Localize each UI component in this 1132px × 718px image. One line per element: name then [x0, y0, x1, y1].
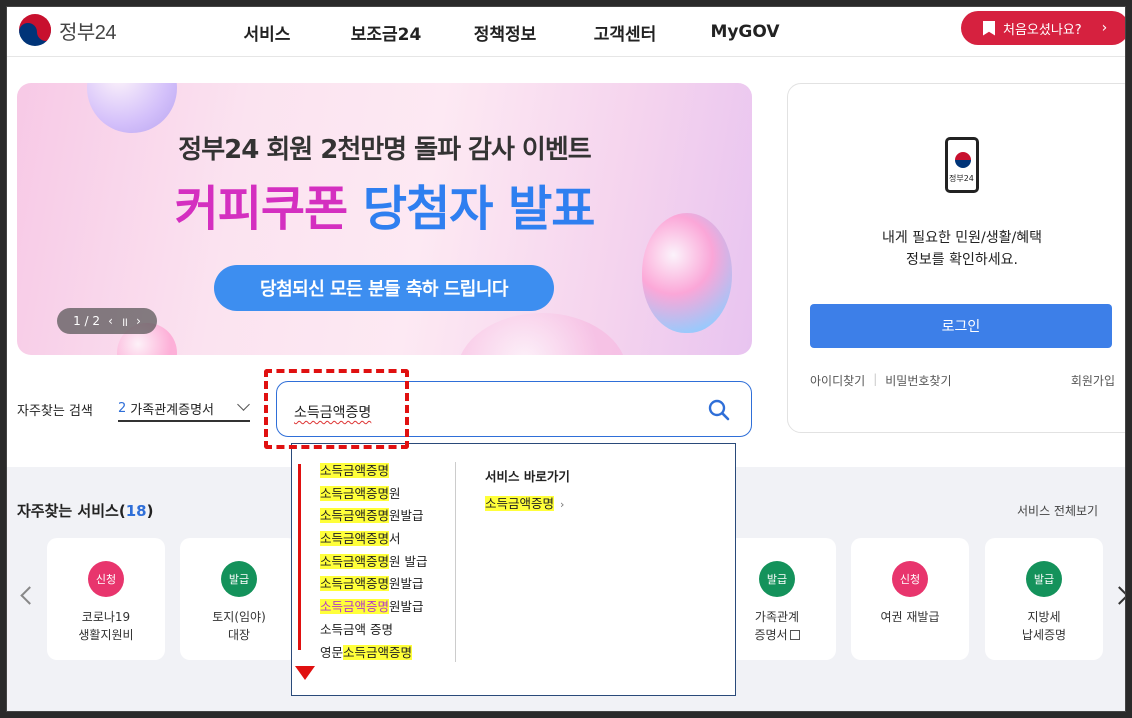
main-nav: 서비스 보조금24 정책정보 고객센터 MyGOV: [207, 7, 805, 57]
autocomplete-item[interactable]: 소득금액증명원발급: [320, 573, 428, 596]
logo-text: 정부24: [59, 21, 117, 44]
service-card[interactable]: 발급 토지(임야) 대장: [180, 538, 298, 660]
autocomplete-item[interactable]: 소득금액증명원발급: [320, 596, 428, 619]
banner-title-part2: 당첨자 발표: [362, 181, 596, 237]
autocomplete-item[interactable]: 소득금액증명: [320, 460, 428, 483]
frequent-search-value: 가족관계증명서: [130, 402, 215, 418]
event-banner[interactable]: 정부24 회원 2천만명 돌파 감사 이벤트 커피쿠폰 당첨자 발표 당첨되신 …: [17, 83, 752, 355]
services-count: 18: [125, 502, 147, 520]
banner-subtitle: 정부24 회원 2천만명 돌파 감사 이벤트: [178, 135, 591, 165]
service-card[interactable]: 발급 지방세 납세증명: [985, 538, 1103, 660]
nav-subsidy24[interactable]: 보조금24: [327, 20, 445, 45]
prev-slide-icon[interactable]: ‹: [108, 314, 113, 328]
chevron-right-icon: ›: [1101, 20, 1108, 36]
find-password-link[interactable]: 비밀번호찾기: [885, 372, 951, 389]
banner-page-indicator: 1 / 2: [73, 314, 101, 328]
frequent-search-select[interactable]: 2 가족관계증명서: [118, 396, 250, 422]
nav-customer-center[interactable]: 고객센터: [565, 20, 685, 45]
autocomplete-item[interactable]: 소득금액증명원 발급: [320, 551, 428, 574]
nav-policy-info[interactable]: 정책정보: [445, 20, 565, 45]
balloon-decoration: [87, 83, 177, 133]
banner-title-part1: 커피쿠폰: [174, 181, 349, 237]
pause-icon[interactable]: ॥: [121, 313, 128, 330]
nav-mygov[interactable]: MyGOV: [685, 22, 805, 42]
service-card-label: 지방세 납세증명: [1021, 610, 1067, 642]
autocomplete-dropdown: 소득금액증명 소득금액증명원 소득금액증명원발급 소득금액증명서 소득금액증명원…: [291, 443, 736, 696]
find-id-link[interactable]: 아이디찾기: [810, 372, 865, 389]
bookmark-icon: [983, 20, 995, 36]
login-message: 내게 필요한 민원/생활/혜택 정보를 확인하세요.: [881, 230, 1042, 268]
autocomplete-item[interactable]: 소득금액 증명: [320, 619, 428, 642]
next-slide-icon[interactable]: ›: [136, 314, 141, 328]
service-shortcut-title: 서비스 바로가기: [485, 469, 570, 484]
frequent-search-rank: 2: [118, 400, 127, 416]
frequent-search-label: 자주찾는 검색: [17, 404, 93, 419]
service-card-label: 토지(임야) 대장: [212, 610, 266, 642]
annotation-highlight-box: [264, 369, 409, 449]
search-icon[interactable]: [707, 398, 731, 422]
autocomplete-item[interactable]: 소득금액증명원발급: [320, 505, 428, 528]
login-button[interactable]: 로그인: [810, 304, 1112, 348]
banner-pager: 1 / 2 ‹ ॥ ›: [57, 308, 157, 334]
browser-page: 정부24 서비스 보조금24 정책정보 고객센터 MyGOV 처음오셨나요? ›…: [6, 6, 1126, 712]
site-logo[interactable]: 정부24: [17, 12, 117, 48]
first-visit-button[interactable]: 처음오셨나요? ›: [961, 11, 1125, 45]
dropdown-divider: [455, 462, 456, 662]
taegeuk-logo-icon: [17, 12, 53, 48]
balloon-decoration: [457, 313, 627, 355]
external-link-icon: [789, 630, 800, 640]
apply-badge: 신청: [892, 561, 928, 597]
autocomplete-item[interactable]: 영문소득금액증명: [320, 642, 428, 665]
service-card-label: 여권 재발급: [880, 610, 940, 624]
first-visit-label: 처음오셨나요?: [1003, 22, 1082, 38]
autocomplete-list: 소득금액증명 소득금액증명원 소득금액증명원발급 소득금액증명서 소득금액증명원…: [320, 460, 428, 664]
frequent-services-title: 자주찾는 서비스(18): [17, 502, 154, 520]
autocomplete-item[interactable]: 소득금액증명서: [320, 528, 428, 551]
annotation-arrow: [295, 464, 315, 680]
service-card-label: 코로나19 생활지원비: [78, 610, 134, 642]
chevron-down-icon: [237, 398, 250, 411]
mobile-phone-icon: 정부24: [945, 137, 979, 193]
issue-badge: 발급: [221, 561, 257, 597]
nav-service[interactable]: 서비스: [207, 20, 327, 45]
service-card[interactable]: 신청 여권 재발급: [851, 538, 969, 660]
banner-title: 커피쿠폰 당첨자 발표: [17, 169, 752, 239]
apply-badge: 신청: [88, 561, 124, 597]
service-card[interactable]: 신청 코로나19 생활지원비: [47, 538, 165, 660]
signup-link[interactable]: 회원가입: [1071, 372, 1115, 389]
login-panel: 정부24 내게 필요한 민원/생활/혜택 정보를 확인하세요. 로그인 아이디찾…: [787, 83, 1125, 433]
chevron-right-icon: ›: [560, 498, 565, 511]
service-shortcut-item[interactable]: 소득금액증명 ›: [485, 493, 564, 512]
login-links: 아이디찾기 | 비밀번호찾기 회원가입: [810, 372, 1115, 389]
site-header: 정부24 서비스 보조금24 정책정보 고객센터 MyGOV 처음오셨나요? ›: [7, 7, 1125, 57]
issue-badge: 발급: [1026, 561, 1062, 597]
autocomplete-item[interactable]: 소득금액증명원: [320, 483, 428, 506]
view-all-services-link[interactable]: 서비스 전체보기: [1017, 502, 1098, 519]
banner-pill: 당첨되신 모든 분들 축하 드립니다: [214, 265, 554, 311]
issue-badge: 발급: [759, 561, 795, 597]
